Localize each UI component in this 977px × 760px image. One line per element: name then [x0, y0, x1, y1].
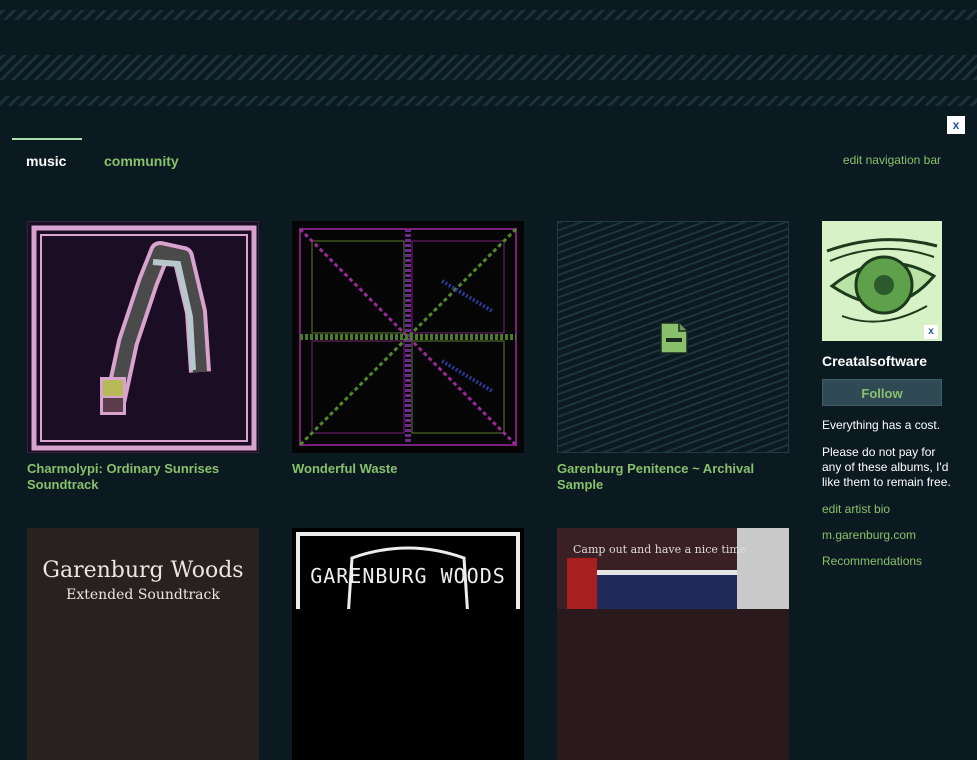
cover-hand-lettering: GARENBURG WOODS	[310, 564, 506, 588]
recommendations-link[interactable]: Recommendations	[822, 554, 952, 568]
eye-artwork	[822, 221, 942, 341]
bio-line: Everything has a cost.	[822, 418, 941, 432]
album-item[interactable]: Garenburg Penitence ~ Archival Sample	[557, 221, 789, 493]
bio-line: Please do not pay for any of these album…	[822, 445, 951, 489]
close-nav-button[interactable]: x	[947, 116, 965, 134]
scythe-artwork	[31, 225, 257, 451]
album-title[interactable]: Charmolypi: Ordinary Sunrises Soundtrack	[27, 461, 259, 493]
navigation-bar: music community edit navigation bar	[12, 138, 952, 178]
glitch-artwork	[298, 227, 518, 447]
album-cover[interactable]: Garenburg Woods Extended Soundtrack	[27, 528, 259, 760]
header-banner	[0, 0, 977, 120]
close-image-button[interactable]: x	[924, 325, 938, 339]
album-item[interactable]: Camp out and have a nice time	[557, 528, 789, 760]
file-icon	[660, 322, 688, 354]
artist-bio: Everything has a cost. Please do not pay…	[822, 418, 952, 490]
album-item[interactable]: GARENBURG WOODS	[292, 528, 524, 760]
artist-website-link[interactable]: m.garenburg.com	[822, 528, 952, 542]
artist-image[interactable]: x	[822, 221, 942, 341]
cover-title: Garenburg Woods	[42, 558, 244, 583]
edit-navigation-bar-link[interactable]: edit navigation bar	[843, 153, 941, 167]
album-cover[interactable]	[292, 221, 524, 453]
album-title[interactable]: Garenburg Penitence ~ Archival Sample	[557, 461, 789, 493]
artist-name[interactable]: Creatalsoftware	[822, 353, 952, 369]
album-cover[interactable]: Camp out and have a nice time	[557, 528, 789, 760]
album-cover[interactable]	[557, 221, 789, 453]
painted-artwork	[557, 528, 789, 609]
album-title[interactable]: Wonderful Waste	[292, 461, 524, 477]
follow-button[interactable]: Follow	[822, 379, 942, 406]
edit-artist-bio-link[interactable]: edit artist bio	[822, 502, 952, 516]
cover-subtitle: Extended Soundtrack	[66, 587, 220, 603]
artist-sidebar: x Creatalsoftware Follow Everything has …	[822, 221, 952, 580]
album-cover[interactable]	[27, 221, 259, 453]
album-item[interactable]: Wonderful Waste	[292, 221, 524, 477]
album-item[interactable]: Garenburg Woods Extended Soundtrack	[27, 528, 259, 760]
album-cover[interactable]: GARENBURG WOODS	[292, 528, 524, 760]
album-item[interactable]: Charmolypi: Ordinary Sunrises Soundtrack	[27, 221, 259, 493]
tab-music[interactable]: music	[12, 138, 82, 176]
cover-caption: Camp out and have a nice time	[573, 543, 747, 556]
tab-community[interactable]: community	[104, 138, 179, 178]
